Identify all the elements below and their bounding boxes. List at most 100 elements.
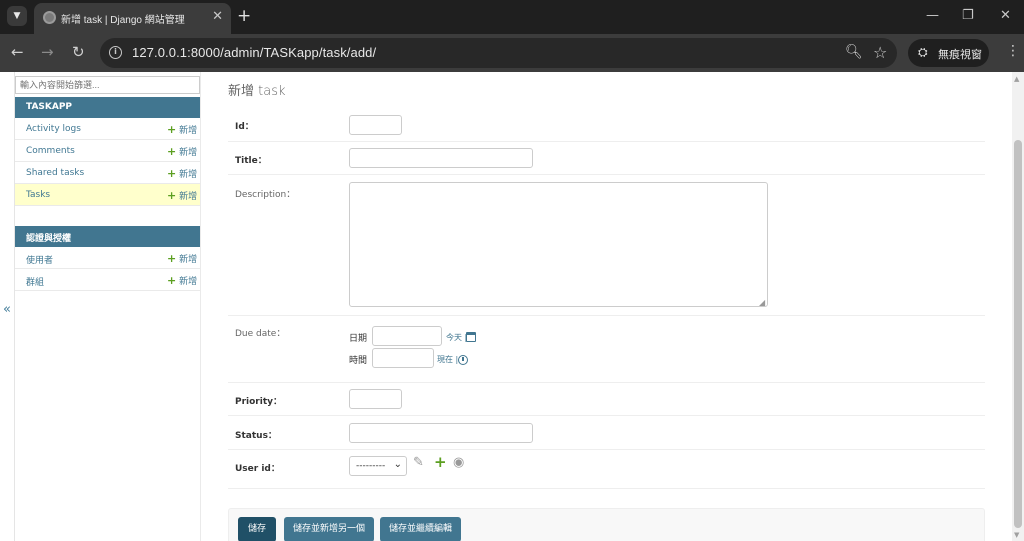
- favicon-icon: [43, 11, 56, 24]
- address-bar[interactable]: i 127.0.0.1:8000/admin/TASKapp/task/add/…: [100, 38, 897, 68]
- add-label: 新增: [179, 255, 198, 265]
- add-link[interactable]: + 新增: [167, 145, 197, 158]
- id-field[interactable]: [349, 115, 402, 135]
- sidebar-item-groups[interactable]: 群組 + 新增: [15, 269, 200, 291]
- form-row-due-date: Due date： 日期 今天 | 時間 現在 |: [228, 316, 985, 383]
- due-date-date-field[interactable]: [372, 326, 442, 346]
- due-date-label: Due date：: [235, 329, 286, 339]
- save-button[interactable]: 儲存: [238, 517, 276, 541]
- sidebar-item-label[interactable]: 群組: [26, 275, 44, 288]
- admin-page: « TASKAPP Activity logs + 新增 Comments + …: [0, 72, 1012, 541]
- status-label: Status：: [235, 431, 277, 441]
- nav-sidebar: TASKAPP Activity logs + 新增 Comments + 新增…: [15, 72, 201, 541]
- bookmark-star-icon[interactable]: ☆: [873, 43, 887, 62]
- zoom-icon[interactable]: 🔍︎: [845, 44, 863, 60]
- form-row-status: Status：: [228, 416, 985, 450]
- restore-icon[interactable]: ❐: [962, 8, 974, 23]
- scroll-thumb[interactable]: [1014, 140, 1022, 528]
- resize-handle-icon[interactable]: ◢: [759, 298, 765, 307]
- view-related-eye-icon[interactable]: ◉: [453, 455, 464, 470]
- toggle-nav-sidebar-icon[interactable]: «: [3, 302, 11, 317]
- change-related-pencil-icon[interactable]: ✎: [413, 455, 424, 470]
- now-link[interactable]: 現在 |: [437, 354, 458, 365]
- kebab-menu-icon[interactable]: ⋮: [1006, 43, 1020, 59]
- save-add-another-button[interactable]: 儲存並新增另一個: [284, 517, 374, 541]
- incognito-label: 無痕視窗: [938, 48, 982, 61]
- sidebar-item-label[interactable]: Shared tasks: [26, 168, 84, 178]
- browser-toolbar: ← → ↻ i 127.0.0.1:8000/admin/TASKapp/tas…: [0, 34, 1024, 72]
- tab-close-icon[interactable]: ✕: [212, 9, 223, 24]
- sidebar-item-label[interactable]: Tasks: [26, 190, 50, 200]
- today-link[interactable]: 今天 |: [446, 332, 467, 343]
- window-close-icon[interactable]: ✕: [1000, 8, 1011, 23]
- browser-tab[interactable]: 新增 task | Django 網站管理 ✕: [34, 3, 231, 34]
- add-label: 新增: [179, 170, 198, 180]
- forward-icon[interactable]: →: [41, 43, 54, 61]
- sidebar-item-label[interactable]: Activity logs: [26, 124, 81, 134]
- title-field[interactable]: [349, 148, 533, 168]
- sidebar-item-users[interactable]: 使用者 + 新增: [15, 247, 200, 269]
- form-row-description: Description： ◢: [228, 175, 985, 316]
- description-label: Description：: [235, 190, 296, 200]
- save-continue-button[interactable]: 儲存並繼續編輯: [380, 517, 461, 541]
- description-field[interactable]: [349, 182, 768, 307]
- clock-icon[interactable]: [458, 355, 468, 365]
- module-caption-auth[interactable]: 認證與授權: [15, 226, 200, 247]
- reload-icon[interactable]: ↻: [72, 43, 85, 61]
- due-date-time-field[interactable]: [372, 348, 434, 368]
- user-id-label: User id：: [235, 464, 280, 474]
- sidebar-item-activity-logs[interactable]: Activity logs + 新增: [15, 118, 200, 140]
- calendar-icon[interactable]: [466, 332, 476, 342]
- plus-icon: +: [167, 123, 177, 136]
- browser-tab-bar: ▼ 新增 task | Django 網站管理 ✕ + — ❐ ✕: [0, 0, 1024, 34]
- id-label: Id：: [235, 122, 254, 132]
- sidebar-item-label[interactable]: 使用者: [26, 253, 53, 266]
- sidebar-item-tasks[interactable]: Tasks + 新增: [15, 184, 200, 206]
- add-link[interactable]: + 新增: [167, 123, 197, 136]
- url-text[interactable]: 127.0.0.1:8000/admin/TASKapp/task/add/: [132, 45, 376, 60]
- sidebar-item-comments[interactable]: Comments + 新增: [15, 140, 200, 162]
- status-field[interactable]: [349, 423, 533, 443]
- tab-title: 新增 task | Django 網站管理: [61, 15, 185, 26]
- add-link[interactable]: + 新增: [167, 189, 197, 202]
- user-id-selected-value: ---------: [356, 461, 386, 471]
- scroll-up-icon[interactable]: ▲: [1014, 75, 1019, 83]
- page-scrollbar[interactable]: ▲ ▼: [1012, 72, 1024, 541]
- module-caption-taskapp[interactable]: TASKAPP: [15, 97, 200, 118]
- page-title: 新增 task: [228, 84, 286, 99]
- add-link[interactable]: + 新增: [167, 274, 197, 287]
- incognito-badge[interactable]: ⛭ 無痕視窗: [908, 39, 989, 67]
- chevron-down-icon: ⌄: [393, 459, 402, 470]
- add-label: 新增: [179, 192, 198, 202]
- plus-icon: +: [167, 252, 177, 265]
- form-row-priority: Priority：: [228, 383, 985, 416]
- sidebar-item-label[interactable]: Comments: [26, 146, 75, 156]
- form-row-id: Id：: [228, 108, 985, 142]
- scroll-down-icon[interactable]: ▼: [1014, 531, 1019, 539]
- add-label: 新增: [179, 126, 198, 136]
- sidebar-item-shared-tasks[interactable]: Shared tasks + 新增: [15, 162, 200, 184]
- add-link[interactable]: + 新增: [167, 167, 197, 180]
- add-label: 新增: [179, 277, 198, 287]
- site-info-icon[interactable]: i: [109, 46, 122, 59]
- minimize-icon[interactable]: —: [926, 8, 939, 23]
- nav-filter-input[interactable]: [15, 76, 200, 94]
- new-tab-icon[interactable]: +: [237, 6, 251, 26]
- add-related-plus-icon[interactable]: +: [434, 453, 447, 471]
- plus-icon: +: [167, 274, 177, 287]
- date-label: 日期: [349, 334, 368, 344]
- main-content: 新增 task Id： Title： Description： ◢ Due da…: [228, 72, 985, 541]
- priority-field[interactable]: [349, 389, 402, 409]
- nav-sidebar-gutter: «: [0, 72, 15, 541]
- time-label: 時間: [349, 356, 368, 366]
- tab-menu-icon[interactable]: ▼: [7, 6, 27, 26]
- now-label: 現在: [437, 355, 453, 364]
- priority-label: Priority：: [235, 397, 282, 407]
- title-label: Title：: [235, 156, 267, 166]
- plus-icon: +: [167, 189, 177, 202]
- back-icon[interactable]: ←: [11, 43, 24, 61]
- user-id-select[interactable]: --------- ⌄: [349, 456, 407, 476]
- form-row-user-id: User id： --------- ⌄ ✎ + ◉: [228, 450, 985, 489]
- today-label: 今天: [446, 333, 462, 342]
- add-link[interactable]: + 新增: [167, 252, 197, 265]
